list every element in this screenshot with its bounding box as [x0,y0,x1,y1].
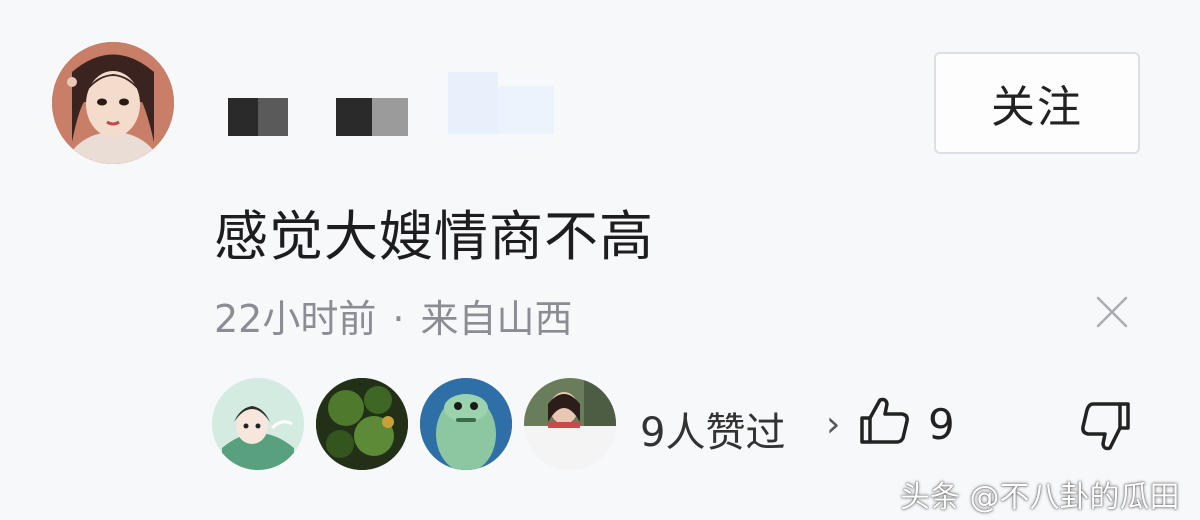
watermark: 头条 @不八卦的瓜田 [900,480,1180,515]
like-count: 9 [928,400,955,449]
liker-avatar[interactable] [524,378,616,470]
thumb-up-icon[interactable] [856,392,912,448]
chevron-right-icon[interactable]: › [826,404,840,445]
comment-card: 关注 感觉大嫂情商不高 22小时前 · 来自山西 9人赞过 › 9 头条 @不八… [0,0,1200,520]
meta-separator: · [392,297,405,341]
username-mosaic [498,86,554,134]
liker-avatar[interactable] [316,378,408,470]
thumb-down-icon[interactable] [1076,398,1134,456]
comment-location: 来自山西 [420,297,573,341]
likes-summary[interactable]: 9人赞过 [640,400,785,458]
username-mosaic [448,72,498,134]
liker-avatar[interactable] [212,378,304,470]
username-mosaic [258,98,288,136]
comment-time: 22小时前 [214,297,377,341]
username[interactable] [216,72,556,136]
close-icon[interactable] [1094,294,1130,330]
follow-button[interactable]: 关注 [934,52,1140,154]
user-avatar[interactable] [52,42,174,164]
username-mosaic [372,98,408,136]
comment-meta: 22小时前 · 来自山西 [214,288,572,343]
comment-text: 感觉大嫂情商不高 [214,205,654,268]
username-mosaic [336,98,372,136]
liker-avatar[interactable] [420,378,512,470]
username-mosaic [228,98,258,136]
